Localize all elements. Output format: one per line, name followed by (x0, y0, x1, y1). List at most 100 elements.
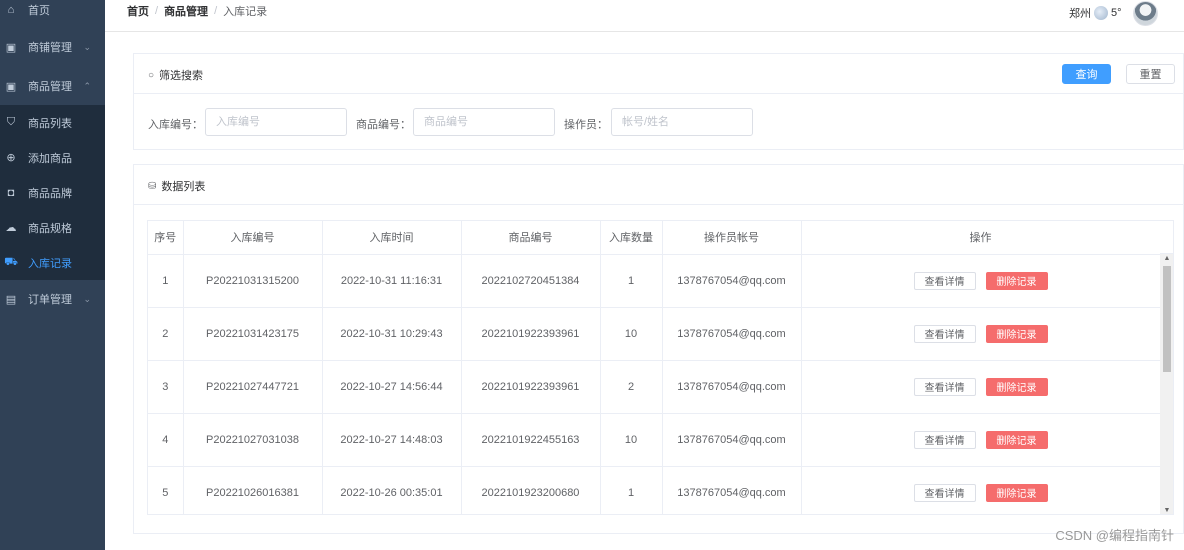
menu-item-label: 商品管理 (28, 81, 72, 93)
table-row: 3 P20221027447721 2022-10-27 14:56:44 20… (148, 360, 1161, 414)
cell-actions: 查看详情 删除记录 (801, 466, 1161, 514)
weather-widget: 郑州 5° (1069, 5, 1122, 21)
menu-item-stock-records[interactable]: ⛟ 入库记录 (0, 245, 105, 280)
delete-record-button[interactable]: 删除记录 (985, 430, 1048, 449)
menu-item-label: 商铺管理 (28, 42, 72, 54)
cell-no: 1 (148, 254, 184, 308)
cell-actions: 查看详情 删除记录 (801, 307, 1161, 361)
cell-actions: 查看详情 删除记录 (801, 360, 1161, 414)
reset-button[interactable]: 重置 (1126, 64, 1175, 84)
cell-quantity: 1 (600, 254, 663, 308)
column-header-operator: 操作员帐号 (662, 221, 802, 255)
cell-goods-id: 2022101922455163 (461, 413, 601, 467)
scroll-down-arrow-icon[interactable]: ▼ (1160, 507, 1173, 514)
cell-goods-id: 2022102720451384 (461, 254, 601, 308)
view-detail-button[interactable]: 查看详情 (913, 271, 976, 290)
add-circle-icon: ⊕ (6, 152, 16, 164)
column-header-goods-id: 商品编号 (461, 221, 601, 255)
menu-item-goods-brand[interactable]: ◘ 商品品牌 (0, 175, 105, 210)
menu-item-shop-management[interactable]: ▣ 商铺管理 ⌄ (0, 29, 105, 65)
menu-item-goods-management[interactable]: ▣ 商品管理 ⌃ (0, 68, 105, 104)
menu-item-add-goods[interactable]: ⊕ 添加商品 (0, 140, 105, 175)
breadcrumb: 首页 / 商品管理 / 入库记录 (127, 3, 267, 19)
cell-quantity: 10 (600, 307, 663, 361)
shop-icon: ▣ (5, 41, 17, 54)
menu-item-label: 首页 (28, 5, 50, 17)
column-header-actions: 操作 (801, 221, 1161, 255)
cell-goods-id: 2022101922393961 (461, 360, 601, 414)
cell-goods-id: 2022101922393961 (461, 307, 601, 361)
cell-quantity: 1 (600, 466, 663, 514)
cell-no: 2 (148, 307, 184, 361)
scrollbar-gutter (1160, 221, 1173, 254)
cell-operator: 1378767054@qq.com (662, 413, 802, 467)
chevron-down-icon: ⌄ (83, 293, 91, 304)
operator-input[interactable] (611, 108, 753, 136)
menu-item-home[interactable]: ⌂ 首页 (0, 0, 105, 28)
cell-goods-id: 2022101923200680 (461, 466, 601, 514)
goods-id-input[interactable] (413, 108, 555, 136)
menu-item-goods-spec[interactable]: ☁ 商品规格 (0, 210, 105, 245)
cell-stock-id: P20221027031038 (183, 413, 323, 467)
cell-quantity: 10 (600, 413, 663, 467)
breadcrumb-separator: / (155, 5, 159, 17)
breadcrumb-home[interactable]: 首页 (127, 3, 149, 19)
cloudy-weather-icon (1094, 6, 1108, 20)
brand-icon: ◘ (7, 186, 15, 199)
cell-operator: 1378767054@qq.com (662, 466, 802, 514)
sidebar: ⌂ 首页 ▣ 商铺管理 ⌄ ▣ 商品管理 ⌃ ⛉ 商品列表 ⊕ 添加商品 ◘ 商… (0, 0, 105, 550)
cell-stock-time: 2022-10-26 00:35:01 (322, 466, 462, 514)
operator-label: 操作员： (564, 119, 608, 131)
cell-stock-id: P20221031423175 (183, 307, 323, 361)
user-avatar[interactable] (1133, 1, 1158, 26)
table-header-row: 序号 入库编号 入库时间 商品编号 入库数量 操作员帐号 操作 (148, 221, 1161, 255)
cell-operator: 1378767054@qq.com (662, 254, 802, 308)
scroll-up-arrow-icon[interactable]: ▲ (1160, 255, 1173, 262)
data-list-header: ⛁ 数据列表 (134, 165, 1183, 205)
filter-title: ○ 筛选搜索 (148, 67, 203, 83)
menu-item-order-management[interactable]: ▤ 订单管理 ⌄ (0, 281, 105, 317)
cell-operator: 1378767054@qq.com (662, 307, 802, 361)
breadcrumb-current: 入库记录 (223, 6, 268, 18)
table-row: 1 P20221031315200 2022-10-31 11:16:31 20… (148, 254, 1161, 308)
cell-stock-id: P20221027447721 (183, 360, 323, 414)
temperature: 5° (1111, 7, 1122, 19)
filter-card: ○ 筛选搜索 查询 重置 入库编号： 商品编号： 操作员： (133, 53, 1184, 150)
cell-stock-time: 2022-10-27 14:56:44 (322, 360, 462, 414)
breadcrumb-goods-management[interactable]: 商品管理 (164, 3, 208, 19)
scrollbar-thumb[interactable] (1163, 266, 1171, 372)
column-header-stock-time: 入库时间 (322, 221, 462, 255)
cell-stock-time: 2022-10-27 14:48:03 (322, 413, 462, 467)
delete-record-button[interactable]: 删除记录 (985, 377, 1048, 396)
home-icon: ⌂ (7, 4, 15, 16)
delete-record-button[interactable]: 删除记录 (985, 271, 1048, 290)
cell-operator: 1378767054@qq.com (662, 360, 802, 414)
stock-records-table: 序号 入库编号 入库时间 商品编号 入库数量 操作员帐号 操作 1 P20221… (147, 220, 1174, 515)
chevron-down-icon: ⌄ (83, 41, 91, 52)
table-scrollbar[interactable]: ▲ ▼ (1160, 254, 1173, 514)
delete-record-button[interactable]: 删除记录 (985, 483, 1048, 502)
database-icon: ⛁ (148, 180, 157, 192)
stock-id-input[interactable] (205, 108, 347, 136)
delete-record-button[interactable]: 删除记录 (985, 324, 1048, 343)
cell-quantity: 2 (600, 360, 663, 414)
view-detail-button[interactable]: 查看详情 (913, 430, 976, 449)
cell-actions: 查看详情 删除记录 (801, 413, 1161, 467)
search-icon: ○ (148, 69, 155, 81)
column-header-stock-id: 入库编号 (183, 221, 323, 255)
order-icon: ▤ (5, 293, 17, 306)
view-detail-button[interactable]: 查看详情 (913, 324, 976, 343)
view-detail-button[interactable]: 查看详情 (913, 377, 976, 396)
table-row: 2 P20221031423175 2022-10-31 10:29:43 20… (148, 307, 1161, 361)
cell-stock-id: P20221026016381 (183, 466, 323, 514)
table-row: 5 P20221026016381 2022-10-26 00:35:01 20… (148, 466, 1161, 514)
view-detail-button[interactable]: 查看详情 (913, 483, 976, 502)
menu-item-label: 订单管理 (28, 294, 72, 306)
table-row: 4 P20221027031038 2022-10-27 14:48:03 20… (148, 413, 1161, 467)
cell-stock-time: 2022-10-31 10:29:43 (322, 307, 462, 361)
search-button[interactable]: 查询 (1062, 64, 1111, 84)
menu-item-label: 添加商品 (28, 152, 72, 165)
cell-no: 4 (148, 413, 184, 467)
menu-item-goods-list[interactable]: ⛉ 商品列表 (0, 105, 105, 140)
cell-actions: 查看详情 删除记录 (801, 254, 1161, 308)
